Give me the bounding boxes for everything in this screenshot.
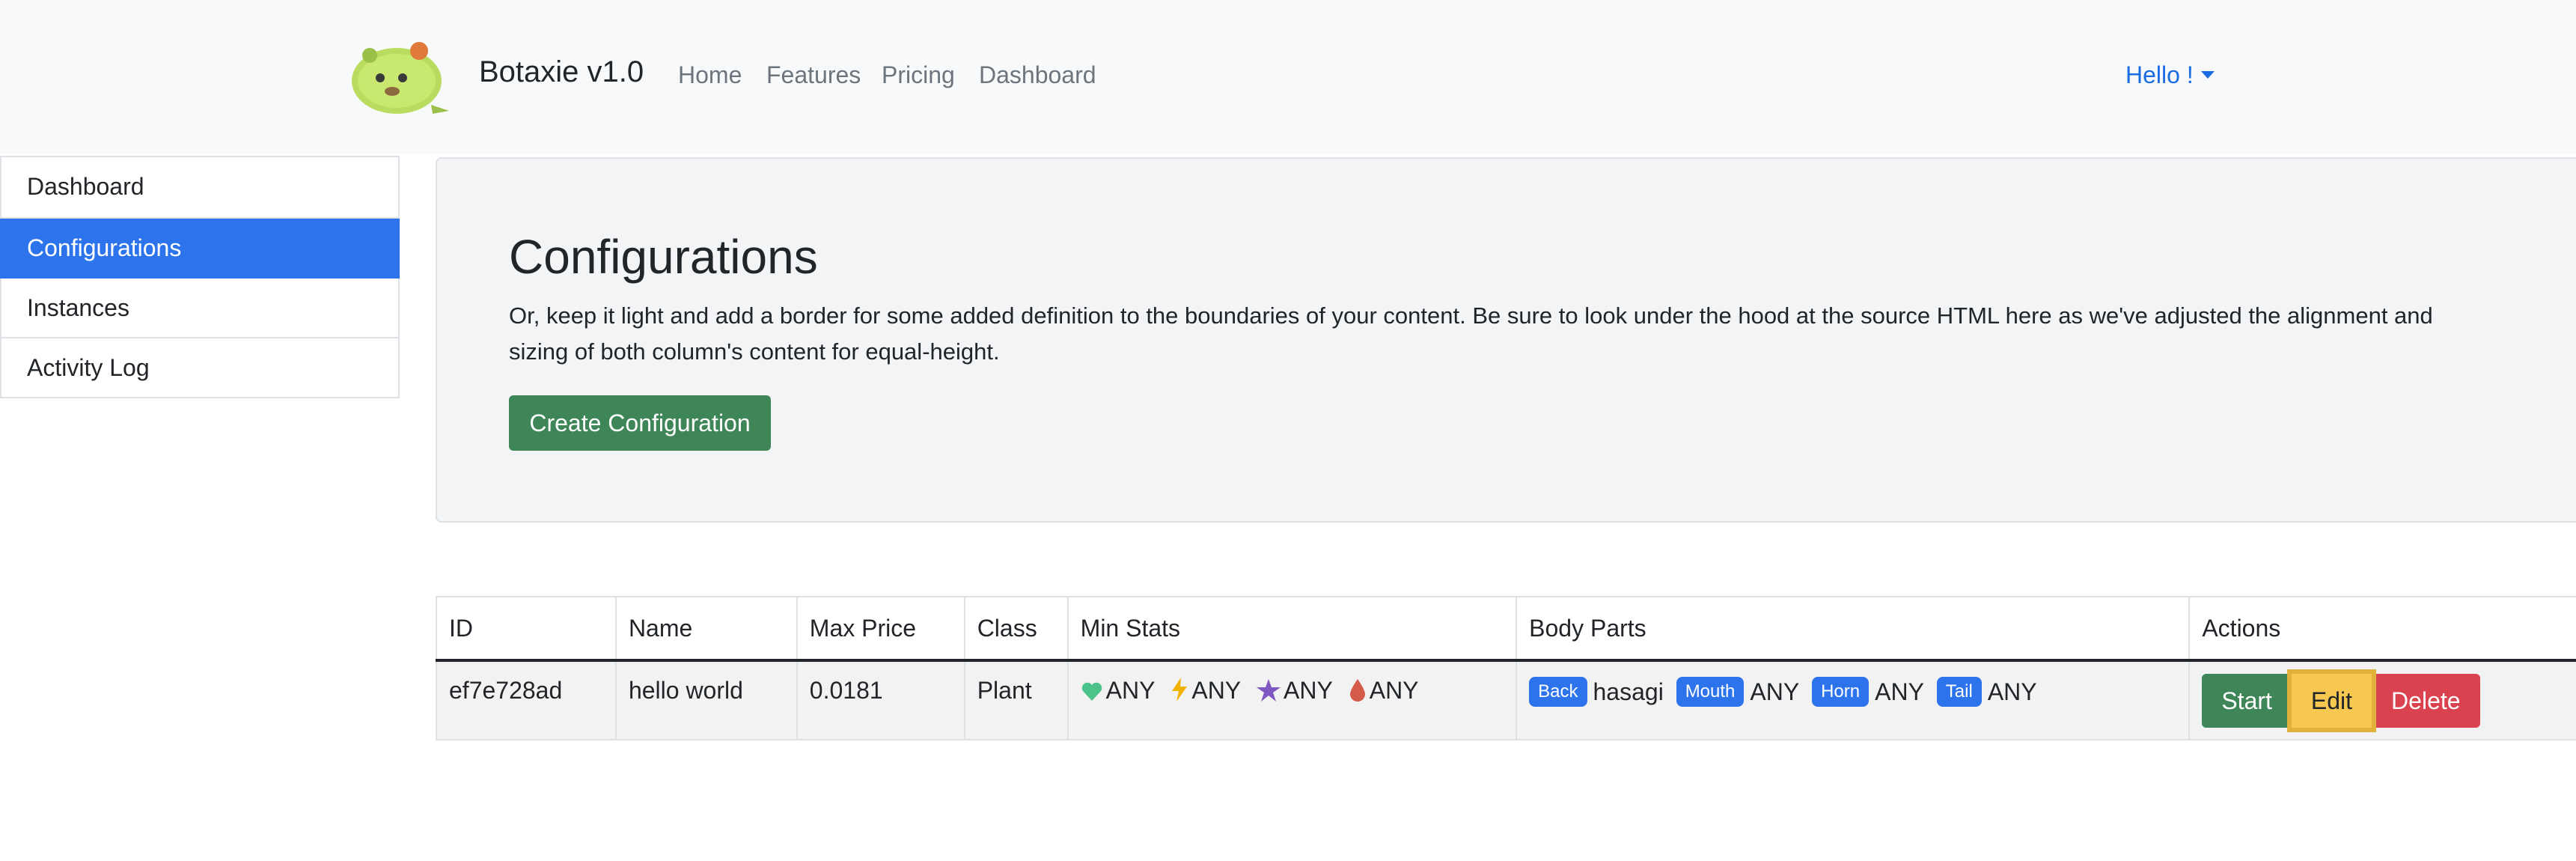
botaxie-logo[interactable] [347,33,451,118]
header-max-price: Max Price [796,596,965,662]
header-min-stats: Min Stats [1066,596,1518,662]
badge-horn: Horn [1812,677,1870,707]
cell-class: Plant [963,660,1069,740]
edit-button[interactable]: Edit [2291,674,2372,728]
table-header-row: ID Name Max Price Class Min Stats Body P… [436,596,2576,662]
configurations-table: ID Name Max Price Class Min Stats Body P… [436,596,2576,740]
cell-min-stats: ANY ANY ANY ANY [1066,660,1518,740]
page-title: Configurations [509,230,818,284]
start-button[interactable]: Start [2202,674,2292,728]
cell-body-parts: Back hasagi Mouth ANY Horn ANY Tail ANY [1516,660,2191,740]
part-horn-value: ANY [1875,678,1924,705]
lightning-icon [1172,678,1188,702]
sidebar-item-instances[interactable]: Instances [0,279,400,338]
badge-mouth: Mouth [1676,677,1745,707]
drop-icon [1349,679,1365,702]
badge-tail: Tail [1936,677,1982,707]
create-configuration-button[interactable]: Create Configuration [509,395,771,451]
top-navbar: Botaxie v1.0 Home Features Pricing Dashb… [0,0,2576,154]
header-name: Name [614,596,798,662]
stat-skill-value: ANY [1284,677,1333,704]
brand-title[interactable]: Botaxie v1.0 [479,55,644,89]
delete-button[interactable]: Delete [2372,674,2480,728]
user-menu-dropdown[interactable]: Hello ! [2125,61,2215,89]
nav-dashboard[interactable]: Dashboard [979,61,1096,89]
table-row: ef7e728ad hello world 0.0181 Plant ANY A… [436,660,2576,740]
sidebar-item-configurations[interactable]: Configurations [0,219,400,279]
sidebar-item-activity-log[interactable]: Activity Log [0,338,400,398]
part-tail-value: ANY [1987,678,2037,705]
header-id: ID [436,596,617,662]
caret-down-icon [2200,71,2215,79]
stat-morale: ANY [1349,677,1419,705]
user-menu-label: Hello ! [2125,61,2194,88]
stat-speed-value: ANY [1191,677,1242,704]
stat-health: ANY [1081,677,1156,705]
cell-max-price: 0.0181 [796,660,965,740]
heart-icon [1081,682,1102,701]
nav-pricing[interactable]: Pricing [882,61,955,89]
stat-speed: ANY [1171,677,1241,705]
part-back-value: hasagi [1593,678,1664,705]
cell-id: ef7e728ad [436,660,617,740]
part-mouth-value: ANY [1750,678,1800,705]
stat-health-value: ANY [1105,677,1156,704]
page-description: Or, keep it light and add a border for s… [509,302,2433,365]
stat-morale-value: ANY [1369,677,1419,704]
header-body-parts: Body Parts [1516,596,2191,662]
header-class: Class [963,596,1069,662]
header-actions: Actions [2188,596,2576,662]
nav-features[interactable]: Features [766,61,861,89]
nav-home[interactable]: Home [678,61,742,89]
cell-name: hello world [614,660,798,740]
star-icon [1257,679,1281,702]
cell-actions: Start Edit Delete [2188,660,2576,740]
badge-back: Back [1529,677,1587,707]
sidebar-item-dashboard[interactable]: Dashboard [0,156,400,219]
sidebar: Dashboard Configurations Instances Activ… [0,156,400,398]
stat-skill: ANY [1257,677,1333,705]
